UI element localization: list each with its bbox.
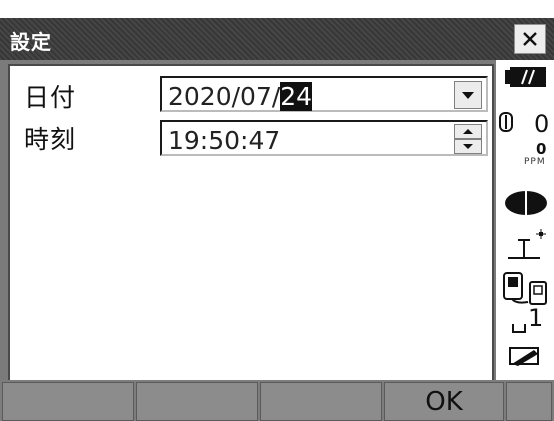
tilt-value: 0 xyxy=(534,110,550,138)
communication-icon[interactable] xyxy=(502,270,550,306)
settings-panel: 日付 2020/07/24 時刻 19:50:47 xyxy=(8,64,494,400)
softkey-bar: OK xyxy=(0,380,554,421)
date-dropdown-button[interactable] xyxy=(454,81,482,109)
time-value: 19:50:47 xyxy=(168,126,281,155)
time-label: 時刻 xyxy=(24,125,77,154)
window-title: 設定 xyxy=(10,30,52,54)
input-mode-icon[interactable] xyxy=(508,344,542,368)
date-label: 日付 xyxy=(24,83,77,112)
title-bar: 設定 xyxy=(0,18,554,60)
laser-plummet-icon[interactable] xyxy=(506,228,550,262)
battery-icon xyxy=(505,67,546,87)
close-icon xyxy=(523,32,537,46)
spin-up-button[interactable] xyxy=(454,124,482,139)
ok-button[interactable]: OK xyxy=(384,382,504,421)
ppm-value: 0 xyxy=(536,140,547,158)
chevron-down-icon xyxy=(463,144,473,149)
softkey-5[interactable] xyxy=(506,382,552,421)
instrument-height-icon xyxy=(512,324,526,333)
date-value: 2020/07/ xyxy=(168,82,281,111)
softkey-2[interactable] xyxy=(136,382,258,421)
chevron-down-icon xyxy=(462,92,474,99)
chevron-up-icon xyxy=(463,129,473,134)
time-field[interactable]: 19:50:47 xyxy=(160,120,488,156)
date-field[interactable]: 2020/07/24 xyxy=(160,76,488,112)
spin-down-button[interactable] xyxy=(454,139,482,154)
time-spinner[interactable] xyxy=(454,124,482,154)
tilt-icon xyxy=(499,112,513,132)
status-bar: 0 0 PPM 1 xyxy=(496,60,554,404)
date-selected-part: 24 xyxy=(280,82,313,111)
softkey-1[interactable] xyxy=(2,382,134,421)
prism-target-icon[interactable] xyxy=(504,190,548,216)
softkey-3[interactable] xyxy=(260,382,382,421)
instrument-height-value: 1 xyxy=(528,304,544,332)
close-button[interactable] xyxy=(514,24,546,54)
ppm-label: PPM xyxy=(524,157,546,167)
